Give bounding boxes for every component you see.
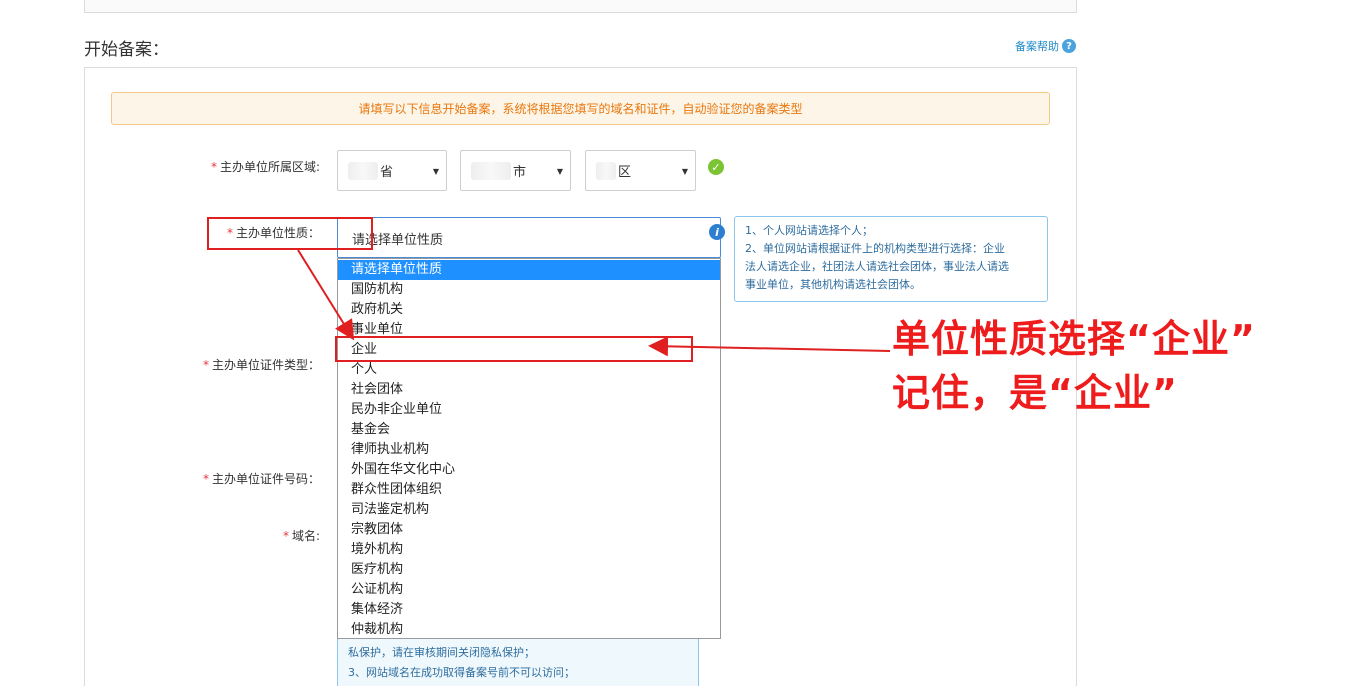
caret-down-icon: ▼ [681, 167, 688, 176]
redacted-mark [471, 161, 511, 180]
dropdown-option[interactable]: 群众性团体组织 [338, 480, 720, 500]
previous-panel [84, 0, 1077, 13]
dropdown-option[interactable]: 医疗机构 [338, 560, 720, 580]
caret-down-icon: ▼ [432, 167, 439, 176]
caret-down-icon: ▼ [556, 167, 563, 176]
nature-select[interactable]: 请选择单位性质 [337, 217, 721, 258]
dropdown-option[interactable]: 境外机构 [338, 540, 720, 560]
annotation-text-line2: 记住，是“企业” [892, 371, 1178, 415]
help-link[interactable]: 备案帮助 ? [1015, 38, 1076, 54]
dropdown-option[interactable]: 集体经济 [338, 600, 720, 620]
region-label: * 主办单位所属区域: [210, 160, 320, 174]
annotation-text-line1: 单位性质选择“企业” [892, 317, 1256, 361]
question-icon[interactable]: ? [1062, 39, 1076, 53]
redacted-mark [348, 161, 378, 180]
cert-no-label: * 主办单位证件号码： [202, 472, 320, 486]
dropdown-option[interactable]: 宗教团体 [338, 520, 720, 540]
district-select[interactable]: 区 ▼ [585, 150, 696, 191]
city-select[interactable]: 市 ▼ [460, 150, 571, 191]
dropdown-option[interactable]: 基金会 [338, 420, 720, 440]
annotation-box-label [207, 217, 373, 250]
page-title: 开始备案： [84, 40, 169, 60]
info-icon[interactable]: i [709, 224, 725, 240]
notice-banner: 请填写以下信息开始备案，系统将根据您填写的域名和证件，自动验证您的备案类型 [111, 92, 1050, 125]
dropdown-option[interactable]: 司法鉴定机构 [338, 500, 720, 520]
help-link-label[interactable]: 备案帮助 [1015, 38, 1059, 54]
dropdown-option[interactable]: 请选择单位性质 [338, 260, 720, 280]
dropdown-option[interactable]: 外国在华文化中心 [338, 460, 720, 480]
dropdown-option[interactable]: 社会团体 [338, 380, 720, 400]
dropdown-option[interactable]: 政府机关 [338, 300, 720, 320]
dropdown-option[interactable]: 国防机构 [338, 280, 720, 300]
nature-dropdown-list[interactable]: 请选择单位性质 国防机构 政府机关 事业单位 企业 个人 社会团体 民办非企业单… [337, 258, 721, 639]
dropdown-option[interactable]: 仲裁机构 [338, 620, 720, 640]
annotation-box-option [335, 336, 693, 362]
nature-tip: 1、个人网站请选择个人； 2、单位网站请根据证件上的机构类型进行选择：企业 法人… [734, 216, 1048, 302]
redacted-mark [596, 161, 616, 180]
dropdown-option[interactable]: 公证机构 [338, 580, 720, 600]
domain-label: * 域名: [282, 529, 320, 543]
dropdown-option[interactable]: 律师执业机构 [338, 440, 720, 460]
dropdown-option[interactable]: 个人 [338, 360, 720, 380]
cert-type-label: * 主办单位证件类型： [202, 358, 320, 372]
dropdown-option[interactable]: 民办非企业单位 [338, 400, 720, 420]
check-icon: ✓ [708, 159, 724, 175]
province-select[interactable]: 省 ▼ [337, 150, 447, 191]
domain-tip: 私保护，请在审核期间关闭隐私保护； 3、网站域名在成功取得备案号前不可以访问； [337, 638, 699, 686]
